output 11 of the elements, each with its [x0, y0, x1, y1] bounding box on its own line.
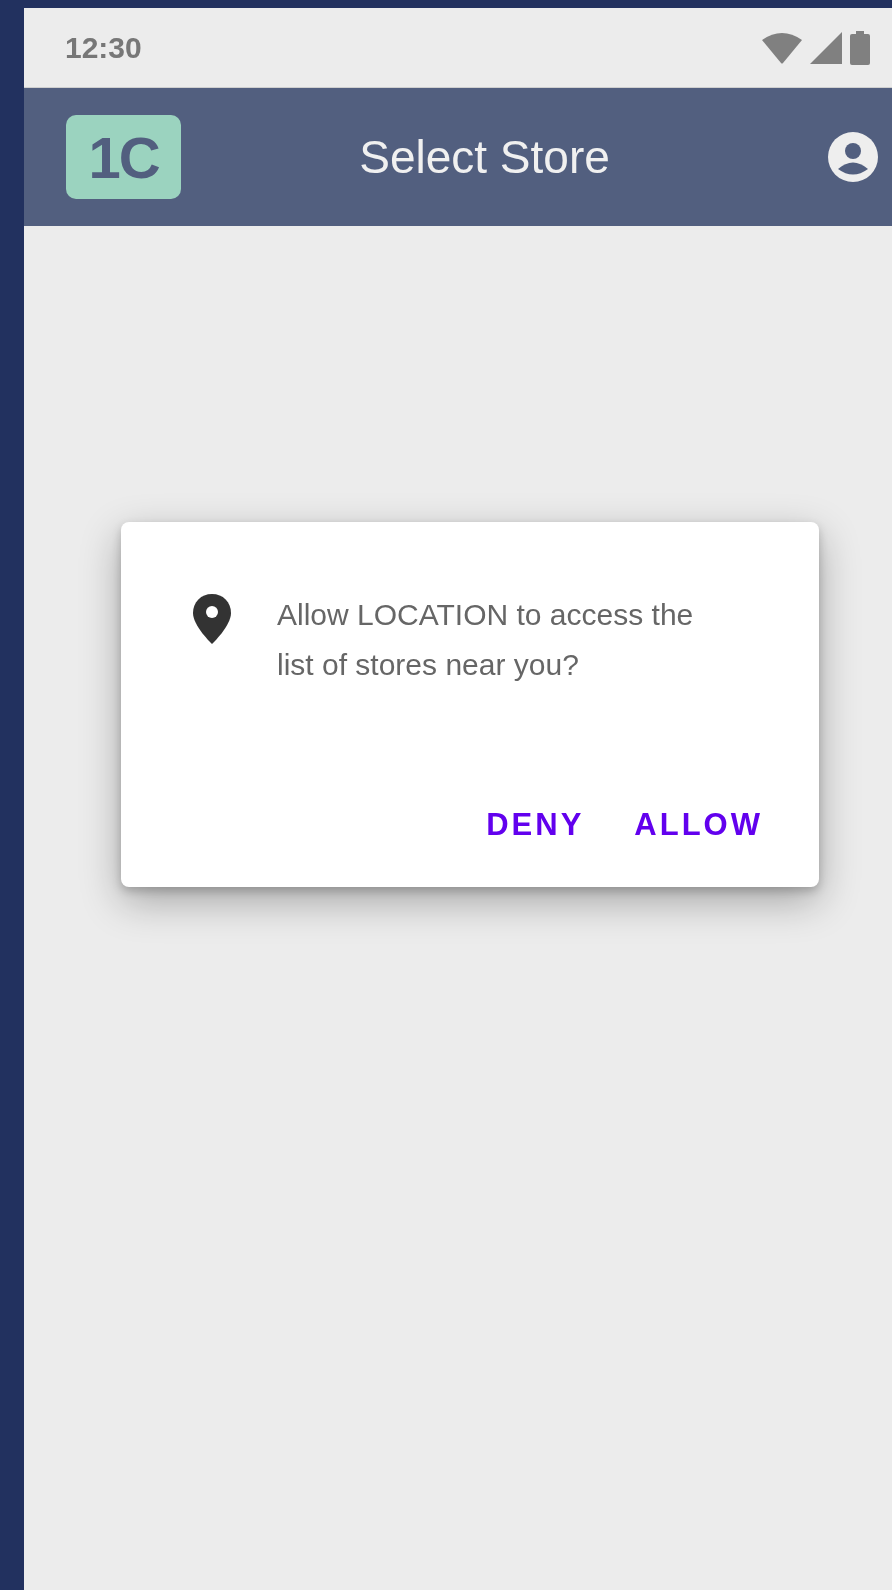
dialog-message: Allow LOCATION to access the list of stores near you? [277, 597, 695, 683]
signal-icon [810, 31, 842, 64]
allow-button[interactable]: ALLOW [634, 801, 763, 849]
status-time: 12:30 [65, 30, 142, 65]
account-icon[interactable] [828, 132, 878, 182]
app-logo: 1C [66, 115, 181, 199]
deny-button[interactable]: DENY [486, 801, 585, 849]
battery-icon [850, 30, 870, 65]
location-pin-icon [193, 594, 231, 644]
wifi-icon [762, 31, 802, 64]
screen-title: Select Store [358, 130, 611, 184]
